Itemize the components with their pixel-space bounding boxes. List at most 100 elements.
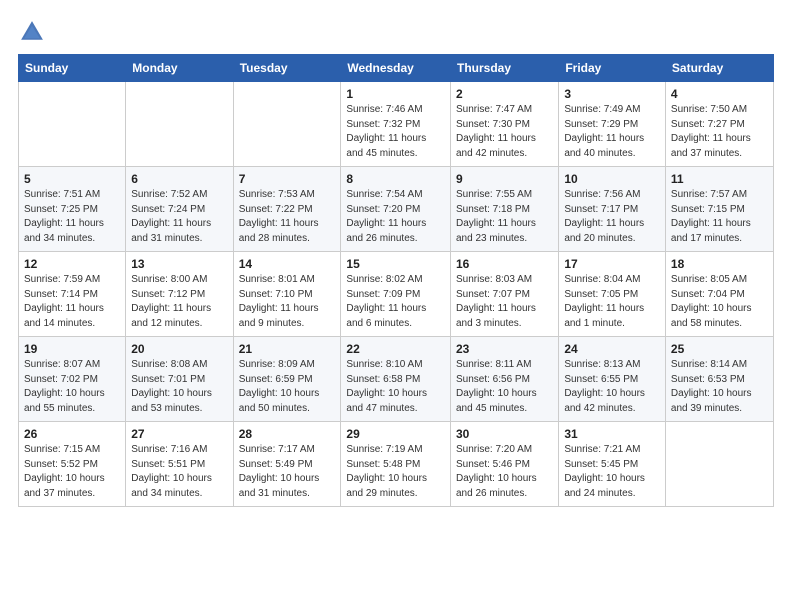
- day-number: 7: [239, 172, 336, 186]
- calendar-cell: 27 Sunrise: 7:16 AM Sunset: 5:51 PM Dayli…: [126, 422, 233, 507]
- day-info: Sunrise: 8:01 AM Sunset: 7:10 PM Dayligh…: [239, 273, 336, 331]
- day-info: Sunrise: 8:02 AM Sunset: 7:09 PM Dayligh…: [346, 273, 445, 331]
- day-number: 25: [671, 342, 768, 356]
- day-info: Sunrise: 8:07 AM Sunset: 7:02 PM Dayligh…: [24, 358, 120, 416]
- calendar-cell: 8 Sunrise: 7:54 AM Sunset: 7:20 PM Daylig…: [341, 167, 451, 252]
- day-info: Sunrise: 7:51 AM Sunset: 7:25 PM Dayligh…: [24, 188, 120, 246]
- calendar-cell: 29Sunrise: 7:19 AM Sunset: 5:48 PM Dayli…: [341, 422, 451, 507]
- weekday-header-tuesday: Tuesday: [233, 55, 341, 82]
- day-info: Sunrise: 7:55 AM Sunset: 7:18 PM Dayligh…: [456, 188, 553, 246]
- calendar-table: SundayMondayTuesdayWednesdayThursdayFrid…: [18, 54, 774, 507]
- day-number: 22: [346, 342, 445, 356]
- calendar-cell: 19Sunrise: 8:07 AM Sunset: 7:02 PM Dayli…: [19, 337, 126, 422]
- day-number: 18: [671, 257, 768, 271]
- calendar-cell: [233, 82, 341, 167]
- day-info: Sunrise: 7:20 AM Sunset: 5:46 PM Dayligh…: [456, 443, 553, 501]
- calendar-row: 12 Sunrise: 7:59 AM Sunset: 7:14 PM Dayli…: [19, 252, 774, 337]
- day-info: Sunrise: 7:17 AM Sunset: 5:49 PM Dayligh…: [239, 443, 336, 501]
- day-number: 4: [671, 87, 768, 101]
- calendar-cell: 30 Sunrise: 7:20 AM Sunset: 5:46 PM Dayli…: [450, 422, 558, 507]
- calendar-cell: 4 Sunrise: 7:50 AM Sunset: 7:27 PM Daylig…: [665, 82, 773, 167]
- calendar-cell: 3 Sunrise: 7:49 AM Sunset: 7:29 PM Daylig…: [559, 82, 666, 167]
- calendar-cell: 20 Sunrise: 8:08 AM Sunset: 7:01 PM Dayli…: [126, 337, 233, 422]
- calendar-cell: 24Sunrise: 8:13 AM Sunset: 6:55 PM Dayli…: [559, 337, 666, 422]
- calendar-cell: 23 Sunrise: 8:11 AM Sunset: 6:56 PM Dayli…: [450, 337, 558, 422]
- calendar-cell: 6Sunrise: 7:52 AM Sunset: 7:24 PM Daylig…: [126, 167, 233, 252]
- day-number: 8: [346, 172, 445, 186]
- calendar-row: 26 Sunrise: 7:15 AM Sunset: 5:52 PM Dayli…: [19, 422, 774, 507]
- calendar-cell: 31 Sunrise: 7:21 AM Sunset: 5:45 PM Dayli…: [559, 422, 666, 507]
- day-number: 30: [456, 427, 553, 441]
- day-info: Sunrise: 7:50 AM Sunset: 7:27 PM Dayligh…: [671, 103, 768, 161]
- day-number: 17: [564, 257, 660, 271]
- calendar-cell: 15 Sunrise: 8:02 AM Sunset: 7:09 PM Dayli…: [341, 252, 451, 337]
- day-info: Sunrise: 7:21 AM Sunset: 5:45 PM Dayligh…: [564, 443, 660, 501]
- day-number: 14: [239, 257, 336, 271]
- calendar-cell: [665, 422, 773, 507]
- weekday-header-monday: Monday: [126, 55, 233, 82]
- calendar-cell: 18 Sunrise: 8:05 AM Sunset: 7:04 PM Dayli…: [665, 252, 773, 337]
- calendar-cell: [19, 82, 126, 167]
- day-info: Sunrise: 8:05 AM Sunset: 7:04 PM Dayligh…: [671, 273, 768, 331]
- calendar-row: 19Sunrise: 8:07 AM Sunset: 7:02 PM Dayli…: [19, 337, 774, 422]
- calendar-cell: 25 Sunrise: 8:14 AM Sunset: 6:53 PM Dayli…: [665, 337, 773, 422]
- weekday-header-row: SundayMondayTuesdayWednesdayThursdayFrid…: [19, 55, 774, 82]
- day-number: 20: [131, 342, 227, 356]
- day-info: Sunrise: 8:03 AM Sunset: 7:07 PM Dayligh…: [456, 273, 553, 331]
- day-number: 23: [456, 342, 553, 356]
- day-number: 1: [346, 87, 445, 101]
- day-info: Sunrise: 7:47 AM Sunset: 7:30 PM Dayligh…: [456, 103, 553, 161]
- day-number: 31: [564, 427, 660, 441]
- logo: [18, 18, 50, 46]
- day-number: 27: [131, 427, 227, 441]
- weekday-header-sunday: Sunday: [19, 55, 126, 82]
- day-info: Sunrise: 7:46 AM Sunset: 7:32 PM Dayligh…: [346, 103, 445, 161]
- day-info: Sunrise: 8:09 AM Sunset: 6:59 PM Dayligh…: [239, 358, 336, 416]
- calendar-cell: 12 Sunrise: 7:59 AM Sunset: 7:14 PM Dayli…: [19, 252, 126, 337]
- day-number: 3: [564, 87, 660, 101]
- day-info: Sunrise: 8:13 AM Sunset: 6:55 PM Dayligh…: [564, 358, 660, 416]
- weekday-header-saturday: Saturday: [665, 55, 773, 82]
- day-number: 12: [24, 257, 120, 271]
- weekday-header-thursday: Thursday: [450, 55, 558, 82]
- calendar-row: 1 Sunrise: 7:46 AM Sunset: 7:32 PM Daylig…: [19, 82, 774, 167]
- calendar-cell: 1 Sunrise: 7:46 AM Sunset: 7:32 PM Daylig…: [341, 82, 451, 167]
- day-number: 28: [239, 427, 336, 441]
- day-number: 11: [671, 172, 768, 186]
- day-info: Sunrise: 7:53 AM Sunset: 7:22 PM Dayligh…: [239, 188, 336, 246]
- day-info: Sunrise: 7:16 AM Sunset: 5:51 PM Dayligh…: [131, 443, 227, 501]
- calendar-cell: 13 Sunrise: 8:00 AM Sunset: 7:12 PM Dayli…: [126, 252, 233, 337]
- calendar-cell: [126, 82, 233, 167]
- calendar-cell: 10Sunrise: 7:56 AM Sunset: 7:17 PM Dayli…: [559, 167, 666, 252]
- calendar-cell: 17Sunrise: 8:04 AM Sunset: 7:05 PM Dayli…: [559, 252, 666, 337]
- weekday-header-wednesday: Wednesday: [341, 55, 451, 82]
- day-info: Sunrise: 8:08 AM Sunset: 7:01 PM Dayligh…: [131, 358, 227, 416]
- day-number: 26: [24, 427, 120, 441]
- day-number: 21: [239, 342, 336, 356]
- day-info: Sunrise: 7:15 AM Sunset: 5:52 PM Dayligh…: [24, 443, 120, 501]
- day-number: 10: [564, 172, 660, 186]
- day-info: Sunrise: 7:59 AM Sunset: 7:14 PM Dayligh…: [24, 273, 120, 331]
- calendar-cell: 11 Sunrise: 7:57 AM Sunset: 7:15 PM Dayli…: [665, 167, 773, 252]
- day-info: Sunrise: 7:49 AM Sunset: 7:29 PM Dayligh…: [564, 103, 660, 161]
- calendar-cell: 16 Sunrise: 8:03 AM Sunset: 7:07 PM Dayli…: [450, 252, 558, 337]
- day-info: Sunrise: 7:57 AM Sunset: 7:15 PM Dayligh…: [671, 188, 768, 246]
- calendar-page: SundayMondayTuesdayWednesdayThursdayFrid…: [0, 0, 792, 612]
- day-number: 16: [456, 257, 553, 271]
- calendar-row: 5 Sunrise: 7:51 AM Sunset: 7:25 PM Daylig…: [19, 167, 774, 252]
- day-info: Sunrise: 8:14 AM Sunset: 6:53 PM Dayligh…: [671, 358, 768, 416]
- day-info: Sunrise: 7:54 AM Sunset: 7:20 PM Dayligh…: [346, 188, 445, 246]
- day-number: 15: [346, 257, 445, 271]
- day-number: 13: [131, 257, 227, 271]
- calendar-cell: 5 Sunrise: 7:51 AM Sunset: 7:25 PM Daylig…: [19, 167, 126, 252]
- day-number: 5: [24, 172, 120, 186]
- day-number: 9: [456, 172, 553, 186]
- day-info: Sunrise: 7:52 AM Sunset: 7:24 PM Dayligh…: [131, 188, 227, 246]
- calendar-cell: 22Sunrise: 8:10 AM Sunset: 6:58 PM Dayli…: [341, 337, 451, 422]
- calendar-cell: 14 Sunrise: 8:01 AM Sunset: 7:10 PM Dayli…: [233, 252, 341, 337]
- day-info: Sunrise: 8:11 AM Sunset: 6:56 PM Dayligh…: [456, 358, 553, 416]
- day-info: Sunrise: 8:00 AM Sunset: 7:12 PM Dayligh…: [131, 273, 227, 331]
- calendar-cell: 2Sunrise: 7:47 AM Sunset: 7:30 PM Daylig…: [450, 82, 558, 167]
- header: [18, 18, 774, 46]
- day-number: 29: [346, 427, 445, 441]
